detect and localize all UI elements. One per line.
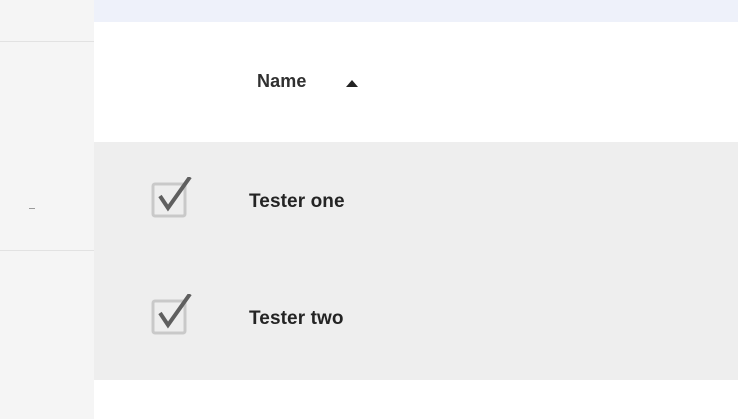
- name-column-header[interactable]: Name: [257, 71, 306, 92]
- table-row[interactable]: Tester two: [94, 261, 738, 380]
- row-name-label: Tester one: [249, 191, 345, 212]
- tester-table: Name Tester one Tester two: [94, 22, 738, 419]
- row-checkbox[interactable]: [151, 292, 199, 342]
- page: Name Tester one Tester two: [0, 0, 738, 419]
- sidebar-divider: [0, 41, 94, 42]
- sort-ascending-icon[interactable]: [346, 80, 358, 87]
- row-name-label: Tester two: [249, 308, 344, 329]
- checkbox-checked-icon: [151, 175, 192, 218]
- sidebar: [0, 0, 94, 419]
- sidebar-divider: [0, 250, 94, 251]
- checkbox-checked-icon: [151, 292, 192, 335]
- top-strip: [94, 0, 738, 22]
- row-checkbox[interactable]: [151, 175, 199, 225]
- table-header-row: Name: [94, 22, 738, 142]
- table-row[interactable]: Tester one: [94, 142, 738, 261]
- sidebar-dash: [29, 208, 35, 209]
